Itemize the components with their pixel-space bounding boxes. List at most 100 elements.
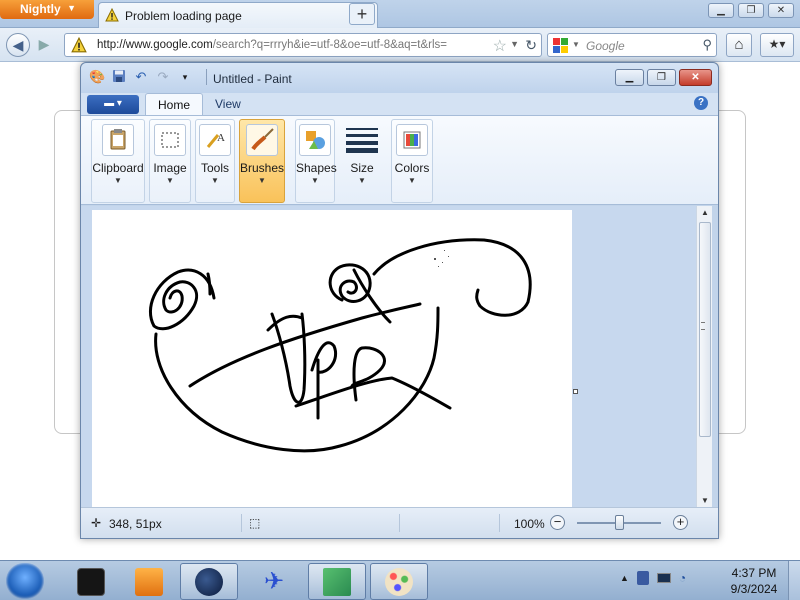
- paint-title-bar: 🎨 ↶ ↷ ▾ Untitled - Paint ▁ ❐ ✕: [81, 63, 718, 93]
- google-icon[interactable]: [553, 38, 569, 54]
- ribbon-group-shapes[interactable]: Shapes ▼: [295, 119, 337, 203]
- chevron-down-icon: ▼: [166, 176, 174, 185]
- nightly-menu-label: Nightly: [20, 2, 61, 16]
- tab-title: Problem loading page: [125, 9, 242, 23]
- help-icon[interactable]: ?: [694, 96, 708, 110]
- taskbar: ✈ ▲ ◔ 4:37 PM 9/3/2024: [0, 560, 800, 600]
- forward-button[interactable]: ▶: [34, 33, 54, 57]
- canvas-resize-handle[interactable]: [573, 389, 578, 394]
- zoom-in-button[interactable]: +: [673, 515, 688, 530]
- warning-icon: [71, 36, 87, 56]
- chevron-down-icon: ▼: [114, 176, 122, 185]
- drawing-canvas[interactable]: [92, 210, 572, 507]
- search-icon[interactable]: ⚲: [702, 37, 712, 53]
- paint-close-button[interactable]: ✕: [679, 69, 712, 86]
- tab-view[interactable]: View: [203, 93, 253, 115]
- bird-icon: ✈: [263, 567, 285, 595]
- action-center-icon[interactable]: [656, 573, 671, 583]
- chevron-down-icon: ▼: [311, 176, 319, 185]
- paint-status-bar: ✛ 348, 51px ⬚ 100% − +: [81, 507, 718, 538]
- bookmarks-button[interactable]: ★▾: [760, 33, 794, 57]
- clock[interactable]: 4:37 PM 9/3/2024: [724, 565, 784, 597]
- customize-toolbar-icon[interactable]: ▾: [177, 69, 193, 85]
- new-tab-button[interactable]: +: [349, 3, 375, 25]
- address-bar[interactable]: http://www.google.com/search?q=rrryh&ie=…: [64, 33, 542, 57]
- taskbar-app-paint[interactable]: [370, 563, 428, 600]
- browser-tab-bar: Nightly ▼ Problem loading page × + ▁ ❐ ✕: [0, 0, 800, 28]
- back-button[interactable]: ◀: [6, 33, 30, 57]
- ribbon-group-label: Shapes: [296, 161, 337, 175]
- tray-expand-icon[interactable]: ▲: [620, 573, 629, 583]
- scrollbar-grip: [701, 322, 705, 330]
- status-divider: [399, 514, 400, 532]
- paint-maximize-button[interactable]: ❐: [647, 69, 676, 86]
- ribbon-group-brushes[interactable]: Brushes ▼: [239, 119, 285, 203]
- forward-arrow-icon: ▶: [38, 36, 50, 52]
- redo-icon[interactable]: ↷: [155, 69, 171, 85]
- ribbon-group-tools[interactable]: A Tools ▼: [195, 119, 235, 203]
- ribbon-group-image[interactable]: Image ▼: [149, 119, 191, 203]
- show-desktop-button[interactable]: [788, 561, 800, 600]
- url-history-dropdown-icon[interactable]: ▼: [510, 39, 519, 49]
- taskbar-app-package-manager[interactable]: [308, 563, 366, 600]
- status-divider: [499, 514, 500, 532]
- taskbar-app-pinned[interactable]: ✈: [245, 563, 303, 600]
- back-arrow-icon: ◀: [12, 37, 24, 53]
- paint-app-icon: 🎨: [89, 69, 106, 84]
- bookmark-star-icon[interactable]: ☆: [493, 36, 507, 56]
- search-engine-dropdown-icon[interactable]: ▼: [572, 40, 580, 49]
- home-button[interactable]: ⌂: [726, 33, 752, 57]
- url-host: http://www.google.com: [97, 39, 213, 51]
- paint-window: 🎨 ↶ ↷ ▾ Untitled - Paint ▁ ❐ ✕ ▬ ▾ Home …: [80, 62, 719, 539]
- tab-home[interactable]: Home: [145, 93, 204, 115]
- ribbon-group-size[interactable]: Size ▼: [339, 119, 385, 203]
- ribbon-group-colors[interactable]: Colors ▼: [391, 119, 433, 203]
- taskbar-app-media-player[interactable]: [120, 563, 178, 600]
- close-button[interactable]: ✕: [768, 3, 794, 18]
- home-icon: ⌂: [734, 36, 744, 53]
- ribbon-group-label: Image: [153, 161, 187, 175]
- svg-text:A: A: [217, 132, 225, 144]
- browser-window-controls: ▁ ❐ ✕: [708, 3, 794, 18]
- browser-tab[interactable]: Problem loading page ×: [98, 2, 378, 28]
- zoom-slider-thumb[interactable]: [615, 515, 624, 530]
- nightly-menu-button[interactable]: Nightly ▼: [0, 0, 94, 19]
- undo-icon[interactable]: ↶: [133, 69, 149, 85]
- brush-icon: [246, 124, 278, 156]
- chevron-down-icon: ▼: [258, 176, 266, 185]
- chevron-down-icon: ▼: [211, 176, 219, 185]
- network-icon[interactable]: ◔: [679, 571, 686, 585]
- chevron-down-icon: ▼: [408, 176, 416, 185]
- cubes-icon: [323, 567, 351, 596]
- vertical-scrollbar[interactable]: ▲ ▼: [696, 206, 712, 507]
- zoom-out-button[interactable]: −: [550, 515, 565, 530]
- paint-file-menu-button[interactable]: ▬ ▾: [87, 95, 139, 114]
- title-separator: [206, 69, 207, 85]
- minimize-button[interactable]: ▁: [708, 3, 734, 18]
- nightly-browser-icon: [195, 567, 223, 596]
- taskbar-app-terminal[interactable]: [62, 563, 120, 600]
- paint-palette-icon: [385, 567, 413, 596]
- search-box[interactable]: ▼ Google ⚲: [547, 33, 717, 57]
- start-button[interactable]: [6, 563, 44, 599]
- scroll-up-icon[interactable]: ▲: [697, 208, 713, 217]
- url-text[interactable]: http://www.google.com/search?q=rrryh&ie=…: [97, 39, 487, 51]
- maximize-button[interactable]: ❐: [738, 3, 764, 18]
- ribbon-tabs: ▬ ▾ Home View ?: [81, 93, 718, 115]
- file-menu-icon: ▬ ▾: [104, 98, 122, 109]
- reload-icon[interactable]: ↻: [525, 37, 537, 54]
- browser-nav-bar: ◀ ▶ http://www.google.com/search?q=rrryh…: [0, 28, 800, 62]
- bookmarks-icon: ★▾: [768, 37, 786, 51]
- paint-minimize-button[interactable]: ▁: [615, 69, 644, 86]
- tray-app-icon[interactable]: [636, 571, 649, 585]
- paint-window-controls: ▁ ❐ ✕: [615, 69, 712, 86]
- cursor-position-text: 348, 51px: [109, 517, 162, 531]
- scroll-down-icon[interactable]: ▼: [697, 496, 713, 505]
- ribbon-group-label: Tools: [200, 161, 229, 175]
- ribbon-group-clipboard[interactable]: Clipboard ▼: [91, 119, 145, 203]
- size-icon: [346, 124, 378, 156]
- shapes-icon: [299, 124, 331, 156]
- taskbar-app-browser[interactable]: [180, 563, 238, 600]
- ribbon-group-label: Size: [350, 161, 374, 175]
- save-icon[interactable]: [111, 69, 127, 85]
